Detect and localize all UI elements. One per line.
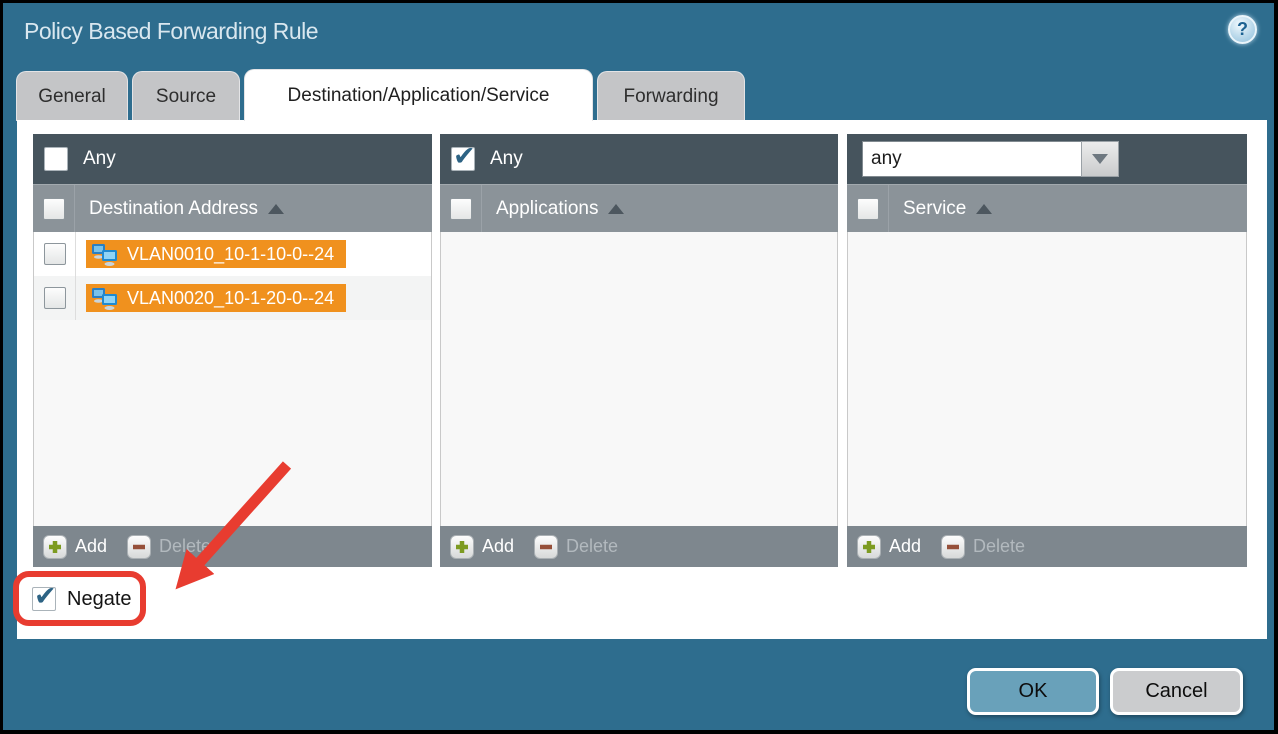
tab-label: Destination/Application/Service: [288, 85, 550, 107]
applications-select-all-checkbox[interactable]: [450, 198, 472, 220]
tab-destination-application-service[interactable]: Destination/Application/Service: [244, 69, 593, 121]
address-object-chip[interactable]: VLAN0020_10-1-20-0--24: [86, 284, 346, 312]
service-select-all-checkbox[interactable]: [857, 198, 879, 220]
tab-source[interactable]: Source: [132, 71, 240, 121]
plus-icon: [43, 535, 67, 559]
row-checkbox[interactable]: [44, 243, 66, 265]
sort-asc-icon[interactable]: [268, 204, 284, 214]
sort-asc-icon[interactable]: [608, 204, 624, 214]
delete-button[interactable]: Delete: [127, 535, 211, 559]
service-column-label[interactable]: Service: [903, 198, 966, 220]
minus-icon: [534, 535, 558, 559]
address-object-name: VLAN0020_10-1-20-0--24: [127, 288, 334, 309]
chevron-down-icon[interactable]: [1081, 141, 1119, 177]
tab-general[interactable]: General: [16, 71, 128, 121]
tab-label: Forwarding: [623, 86, 718, 108]
add-label: Add: [75, 536, 107, 557]
delete-label: Delete: [566, 536, 618, 557]
destination-toolbar: Add Delete: [33, 526, 432, 567]
service-mode-value: any: [862, 141, 1081, 177]
cancel-button[interactable]: Cancel: [1110, 668, 1243, 715]
service-list: [847, 232, 1247, 526]
table-row[interactable]: VLAN0010_10-1-10-0--24: [34, 232, 431, 276]
destination-any-label: Any: [83, 148, 116, 170]
pbf-rule-dialog: Policy Based Forwarding Rule ? General S…: [3, 3, 1274, 730]
address-object-chip[interactable]: VLAN0010_10-1-10-0--24: [86, 240, 346, 268]
service-mode-dropdown[interactable]: any: [862, 141, 1119, 177]
add-button[interactable]: Add: [450, 535, 514, 559]
network-computers-icon: [91, 287, 118, 310]
negate-checkbox[interactable]: [32, 587, 56, 611]
applications-any-checkbox[interactable]: [451, 147, 475, 171]
service-mode-bar: any: [847, 134, 1247, 184]
row-checkbox[interactable]: [44, 287, 66, 309]
negate-label: Negate: [67, 588, 132, 611]
cancel-label: Cancel: [1145, 680, 1207, 703]
applications-panel: Any Applications Add: [440, 134, 838, 567]
tab-forwarding[interactable]: Forwarding: [597, 71, 745, 121]
add-label: Add: [889, 536, 921, 557]
applications-column-header: Applications: [440, 184, 838, 232]
screenshot-root: Policy Based Forwarding Rule ? General S…: [0, 0, 1278, 734]
destination-any-bar: Any: [33, 134, 432, 184]
applications-any-label: Any: [490, 148, 523, 170]
dialog-title: Policy Based Forwarding Rule: [24, 18, 318, 45]
delete-button[interactable]: Delete: [534, 535, 618, 559]
destination-select-all-checkbox[interactable]: [43, 198, 65, 220]
help-icon[interactable]: ?: [1228, 15, 1257, 44]
add-button[interactable]: Add: [857, 535, 921, 559]
minus-icon: [127, 535, 151, 559]
add-label: Add: [482, 536, 514, 557]
minus-icon: [941, 535, 965, 559]
applications-toolbar: Add Delete: [440, 526, 838, 567]
applications-list: [440, 232, 838, 526]
table-row[interactable]: VLAN0020_10-1-20-0--24: [34, 276, 431, 320]
service-column-header: Service: [847, 184, 1247, 232]
sort-asc-icon[interactable]: [976, 204, 992, 214]
add-button[interactable]: Add: [43, 535, 107, 559]
network-computers-icon: [91, 243, 118, 266]
destination-panel: Any Destination Address: [33, 134, 432, 567]
tab-label: General: [38, 86, 106, 108]
plus-icon: [857, 535, 881, 559]
tab-label: Source: [156, 86, 216, 108]
delete-label: Delete: [159, 536, 211, 557]
destination-column-label[interactable]: Destination Address: [89, 198, 258, 220]
delete-button[interactable]: Delete: [941, 535, 1025, 559]
ok-button[interactable]: OK: [967, 668, 1099, 715]
applications-any-bar: Any: [440, 134, 838, 184]
ok-label: OK: [1019, 680, 1048, 703]
applications-column-label[interactable]: Applications: [496, 198, 598, 220]
delete-label: Delete: [973, 536, 1025, 557]
tab-content: Any Destination Address: [17, 120, 1267, 639]
plus-icon: [450, 535, 474, 559]
destination-list: VLAN0010_10-1-10-0--24: [33, 232, 432, 526]
destination-column-header: Destination Address: [33, 184, 432, 232]
destination-any-checkbox[interactable]: [44, 147, 68, 171]
service-panel: any Service: [847, 134, 1247, 567]
address-object-name: VLAN0010_10-1-10-0--24: [127, 244, 334, 265]
service-toolbar: Add Delete: [847, 526, 1247, 567]
